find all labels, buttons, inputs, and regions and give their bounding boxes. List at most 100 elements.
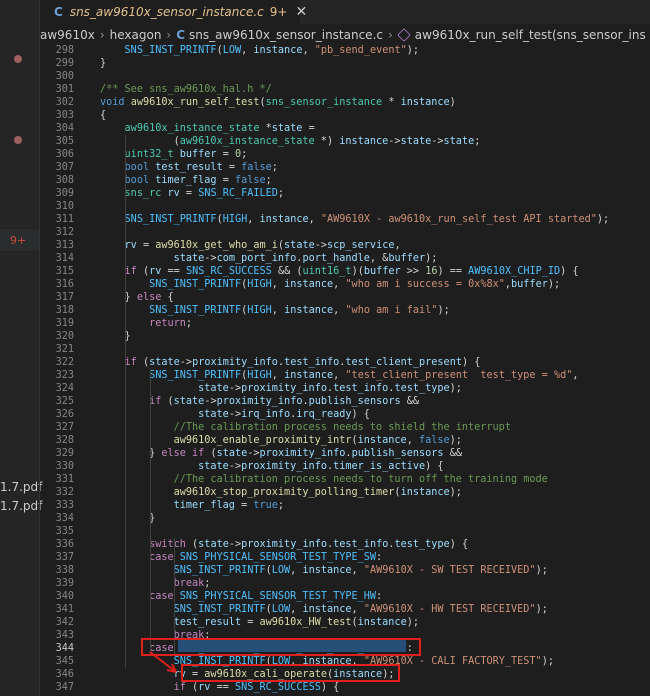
code-line[interactable]: 307 bool test_result = false; — [40, 161, 650, 174]
code-text: state->com_port_info.port_handle, &buffe… — [173, 253, 438, 264]
code-line[interactable]: 339 break; — [40, 577, 650, 590]
code-line[interactable]: 312 — [40, 226, 650, 239]
tab-filename: sns_aw9610x_sensor_instance.c — [69, 5, 264, 19]
code-text: } — [100, 58, 107, 69]
code-line[interactable]: 309 sns_rc rv = SNS_RC_FAILED; — [40, 187, 650, 200]
code-line[interactable]: 326 state->irq_info.irq_ready) { — [40, 408, 650, 421]
code-line[interactable]: 311 SNS_INST_PRINTF(HIGH, instance, "AW9… — [40, 213, 650, 226]
breadcrumb: aw9610x › hexagon › C sns_aw9610x_sensor… — [40, 24, 650, 46]
code-line[interactable]: 341 SNS_INST_PRINTF(LOW, instance, "AW96… — [40, 603, 650, 616]
code-text: break; — [173, 578, 211, 589]
close-icon[interactable]: ✕ — [295, 4, 307, 20]
code-line[interactable]: 303 { — [40, 109, 650, 122]
code-text: case SNS_PHYSICAL_SENSOR_TEST_TYPE_HW: — [149, 591, 383, 602]
code-line[interactable]: 301 /** See sns_aw9610x_hal.h */ — [40, 83, 650, 96]
editor-tab[interactable]: C sns_aw9610x_sensor_instance.c 9+ ✕ — [40, 0, 307, 24]
line-number: 302 — [55, 97, 74, 108]
code-line[interactable]: 306 uint32_t buffer = 0; — [40, 148, 650, 161]
c-file-icon: C — [54, 5, 63, 19]
code-line[interactable]: 332 aw9610x_stop_proximity_polling_timer… — [40, 486, 650, 499]
code-text: state->irq_info.irq_ready) { — [198, 409, 370, 420]
code-line[interactable]: 315 if (rv == SNS_RC_SUCCESS && (uint16_… — [40, 265, 650, 278]
code-line[interactable]: 320 } — [40, 330, 650, 343]
code-line[interactable]: 304 aw9610x_instance_state *state = — [40, 122, 650, 135]
code-text: switch (state->proximity_info.test_info.… — [149, 539, 469, 550]
line-number: 342 — [55, 617, 74, 628]
code-line[interactable]: 316 SNS_INST_PRINTF(HIGH, instance, "who… — [40, 278, 650, 291]
code-line[interactable]: 340 case SNS_PHYSICAL_SENSOR_TEST_TYPE_H… — [40, 590, 650, 603]
line-number: 304 — [55, 123, 74, 134]
code-line[interactable]: 308 bool timer_flag = false; — [40, 174, 650, 187]
line-number: 299 — [55, 58, 74, 69]
code-line[interactable]: 314 state->com_port_info.port_handle, &b… — [40, 252, 650, 265]
explorer-file-item[interactable]: 1.7.pdf — [0, 480, 42, 494]
code-text: rv = aw9610x_get_who_am_i(state->scp_ser… — [124, 240, 401, 251]
line-number: 346 — [55, 669, 74, 680]
code-text: test_result = aw9610x_HW_test(instance); — [173, 617, 419, 628]
code-line[interactable]: 302 void aw9610x_run_self_test(sns_sensor… — [40, 96, 650, 109]
line-number: 335 — [55, 526, 74, 537]
code-line[interactable]: 321 — [40, 343, 650, 356]
line-number: 303 — [55, 110, 74, 121]
line-number: 325 — [55, 396, 74, 407]
code-line[interactable]: 335 — [40, 525, 650, 538]
code-line[interactable]: 330 state->proximity_info.timer_is_activ… — [40, 460, 650, 473]
code-line[interactable]: 331 //The calibration process needs to t… — [40, 473, 650, 486]
code-text: if (state->proximity_info.publish_sensor… — [149, 396, 420, 407]
code-line[interactable]: 338 SNS_INST_PRINTF(LOW, instance, "AW96… — [40, 564, 650, 577]
code-editor[interactable]: 298 SNS_INST_PRINTF(LOW, instance, "pb_s… — [40, 44, 650, 696]
code-line[interactable]: 325 if (state->proximity_info.publish_se… — [40, 395, 650, 408]
code-line[interactable]: 298 SNS_INST_PRINTF(LOW, instance, "pb_s… — [40, 44, 650, 57]
code-line[interactable]: 305 (aw9610x_instance_state *) instance-… — [40, 135, 650, 148]
breadcrumb-item[interactable]: hexagon — [110, 28, 162, 42]
unsaved-dot-icon — [14, 136, 22, 144]
code-line[interactable]: 342 test_result = aw9610x_HW_test(instan… — [40, 616, 650, 629]
code-line[interactable]: 313 rv = aw9610x_get_who_am_i(state->scp… — [40, 239, 650, 252]
code-text: SNS_INST_PRINTF(HIGH, instance, "test_cl… — [149, 370, 579, 381]
code-line[interactable]: 323 SNS_INST_PRINTF(HIGH, instance, "tes… — [40, 369, 650, 382]
code-text: } — [100, 513, 156, 524]
code-line[interactable]: 324 state->proximity_info.test_info.test… — [40, 382, 650, 395]
tab-problem-count: 9+ — [269, 5, 288, 19]
breadcrumb-item[interactable]: aw9610x — [40, 28, 95, 42]
code-text: } else { — [100, 292, 174, 303]
line-number: 329 — [55, 448, 74, 459]
code-line[interactable]: 317 } else { — [40, 291, 650, 304]
code-line[interactable]: 318 SNS_INST_PRINTF(HIGH, instance, "who… — [40, 304, 650, 317]
line-number: 315 — [55, 266, 74, 277]
code-text: //The calibration process needs to turn … — [173, 474, 548, 485]
code-line[interactable]: 300 — [40, 70, 650, 83]
code-text: if (rv == SNS_RC_SUCCESS && (uint16_t)(b… — [124, 266, 579, 277]
line-number: 334 — [55, 513, 74, 524]
code-line[interactable]: 336 switch (state->proximity_info.test_i… — [40, 538, 650, 551]
code-line[interactable]: 299} — [40, 57, 650, 70]
code-line[interactable]: 327 //The calibration process needs to s… — [40, 421, 650, 434]
code-line[interactable]: 337 case SNS_PHYSICAL_SENSOR_TEST_TYPE_S… — [40, 551, 650, 564]
line-number: 311 — [55, 214, 74, 225]
line-number: 344 — [55, 643, 74, 654]
annotation-box-cali-operate — [181, 664, 400, 682]
c-file-icon: C — [176, 28, 186, 42]
breadcrumb-symbol[interactable]: aw9610x_run_self_test(sns_sensor_ins — [415, 28, 646, 42]
line-number: 338 — [55, 565, 74, 576]
code-line[interactable]: 329 } else if (state->proximity_info.pub… — [40, 447, 650, 460]
line-number: 328 — [55, 435, 74, 446]
line-number: 330 — [55, 461, 74, 472]
explorer-file-item[interactable]: 1.7.pdf — [0, 499, 42, 513]
code-line[interactable]: 310 — [40, 200, 650, 213]
code-line[interactable]: 328 aw9610x_enable_proximity_intr(instan… — [40, 434, 650, 447]
code-line[interactable]: 347 if (rv == SNS_RC_SUCCESS) { — [40, 681, 650, 694]
code-line[interactable]: 319 return; — [40, 317, 650, 330]
code-text: state->proximity_info.test_info.test_typ… — [198, 383, 462, 394]
code-line[interactable]: 334 } — [40, 512, 650, 525]
breadcrumb-file[interactable]: sns_aw9610x_sensor_instance.c — [189, 28, 383, 42]
line-number: 320 — [55, 331, 74, 342]
line-number: 305 — [55, 136, 74, 147]
code-line[interactable]: 322 if (state->proximity_info.test_info.… — [40, 356, 650, 369]
code-text: SNS_INST_PRINTF(HIGH, instance, "who am … — [149, 305, 450, 316]
code-line[interactable]: 333 timer_flag = true; — [40, 499, 650, 512]
line-number: 341 — [55, 604, 74, 615]
code-text: aw9610x_instance_state *state = — [124, 123, 315, 134]
line-number: 317 — [55, 292, 74, 303]
line-number: 309 — [55, 188, 74, 199]
